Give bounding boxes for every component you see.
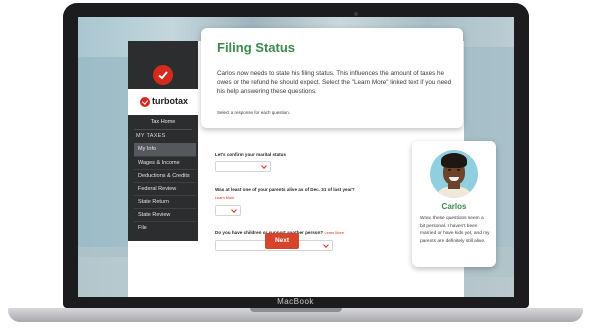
chevron-down-icon	[323, 242, 329, 248]
sidebar-item-federal-review[interactable]: Federal Review	[134, 182, 196, 195]
sidebar-nav: My Info Wages & Income Deductions & Cred…	[134, 143, 196, 234]
character-speech: Wow, these questions seem a bit personal…	[420, 216, 490, 244]
next-button[interactable]: Next	[265, 233, 299, 249]
question-marital-status: Let's confirm your marital status	[215, 152, 287, 157]
card-title: Filing Status	[217, 40, 295, 55]
camera-icon	[354, 12, 358, 16]
avatar-eye	[457, 169, 460, 171]
brand-logo[interactable]: turbotax	[128, 89, 198, 115]
parents-alive-select[interactable]	[215, 205, 241, 216]
laptop-notch	[250, 308, 342, 312]
character-name: Carlos	[441, 202, 467, 211]
question-parents-alive: Was at least one of your parents alive a…	[215, 187, 355, 192]
card-note: Select a response for each question.	[217, 110, 291, 115]
sidebar-item-wages-income[interactable]: Wages & Income	[134, 156, 196, 169]
checkmark-logo-icon	[153, 65, 173, 85]
learn-more-link[interactable]: Learn More	[215, 196, 234, 200]
sidebar-item-state-return[interactable]: State Return	[134, 195, 196, 208]
brand-name: turbotax	[152, 96, 188, 106]
sidebar-divider	[134, 129, 192, 130]
filing-status-card: Filing Status Carlos now needs to state …	[201, 28, 463, 128]
marital-status-select[interactable]	[215, 161, 271, 172]
avatar-eye	[448, 169, 451, 171]
sidebar-item-deductions-credits[interactable]: Deductions & Credits	[134, 169, 196, 182]
avatar	[430, 150, 478, 198]
laptop-frame: MacBook turbotax Tax Home MY TAXES My In…	[0, 0, 591, 333]
sidebar-section-label: MY TAXES	[136, 133, 166, 139]
macbook-label: MacBook	[277, 297, 314, 306]
card-body: Carlos now needs to state his filing sta…	[217, 70, 452, 95]
sidebar: turbotax Tax Home MY TAXES My Info Wages…	[128, 41, 198, 241]
sidebar-item-tax-home[interactable]: Tax Home	[128, 119, 198, 125]
chevron-down-icon	[231, 207, 237, 213]
turbotax-check-icon	[140, 97, 150, 107]
sidebar-item-state-review[interactable]: State Review	[134, 208, 196, 221]
chevron-down-icon	[261, 163, 267, 169]
sidebar-header	[128, 41, 198, 89]
carlos-card: Carlos Wow, these questions seem a bit p…	[412, 141, 496, 267]
sidebar-item-file[interactable]: File	[134, 221, 196, 234]
avatar-hair	[441, 153, 467, 168]
sidebar-item-my-info[interactable]: My Info	[134, 143, 196, 156]
learn-more-link[interactable]: Learn More	[325, 231, 344, 235]
sidebar-footer	[128, 241, 198, 297]
